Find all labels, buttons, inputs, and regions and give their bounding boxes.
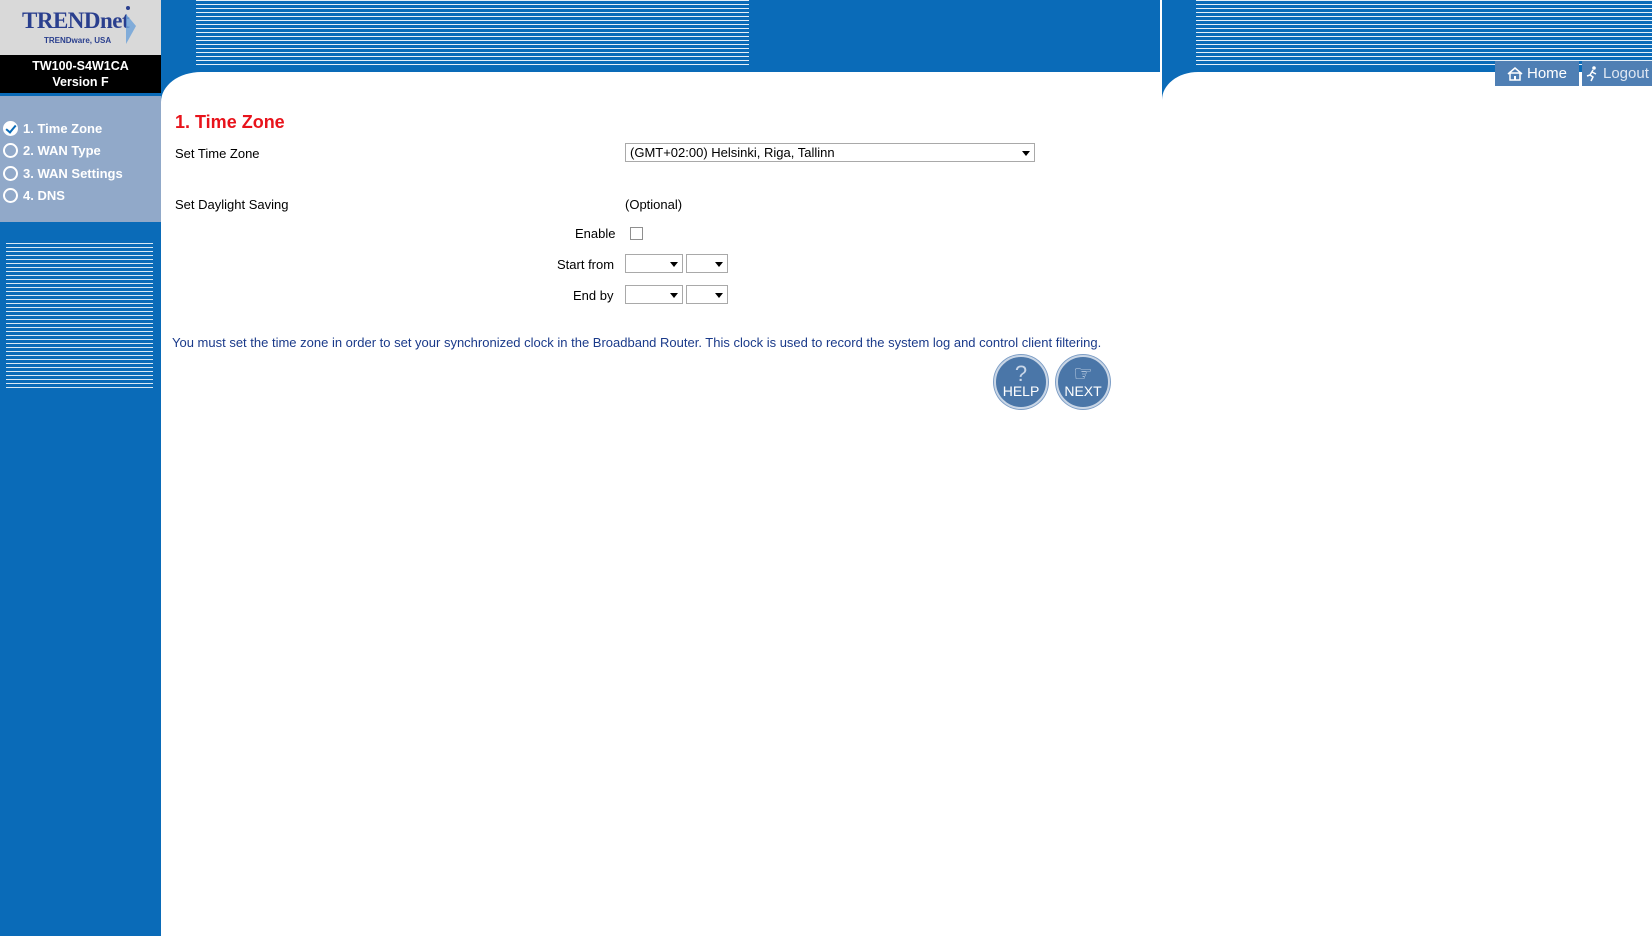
step-label: 3. WAN Settings	[23, 165, 123, 181]
step-dns[interactable]: 4. DNS	[3, 185, 65, 205]
step-wan-settings[interactable]: 3. WAN Settings	[3, 163, 123, 183]
logout-label: Logout	[1603, 65, 1649, 82]
enable-checkbox[interactable]	[630, 227, 643, 240]
time-zone-select[interactable]: (GMT+02:00) Helsinki, Riga, Tallinn	[625, 143, 1035, 162]
time-zone-label: Set Time Zone	[175, 146, 260, 161]
end-by-label: End by	[573, 288, 614, 303]
end-day-select[interactable]	[686, 285, 728, 304]
step-label: 1. Time Zone	[23, 120, 103, 136]
radio-icon	[3, 187, 18, 203]
model-name: TW100-S4W1CA	[32, 59, 129, 73]
step-wan-type[interactable]: 2. WAN Type	[3, 140, 101, 160]
info-text: You must set the time zone in order to s…	[172, 335, 1102, 350]
sidebar-stripes	[6, 243, 153, 391]
home-icon	[1507, 66, 1523, 81]
home-label: Home	[1526, 65, 1567, 82]
model-version: Version F	[52, 75, 109, 89]
sidebar: TRENDnet TRENDware, USA TW100-S4W1CA Ver…	[0, 0, 161, 936]
chevron-down-icon	[670, 262, 678, 267]
optional-text: (Optional)	[625, 197, 683, 212]
home-button[interactable]: Home	[1495, 61, 1579, 86]
start-from-label: Start from	[557, 257, 615, 272]
question-mark-icon: ?	[1014, 361, 1028, 386]
header-curve	[161, 72, 201, 102]
chevron-down-icon	[670, 293, 678, 298]
daylight-saving-label: Set Daylight Saving	[175, 197, 289, 212]
header-divider	[1160, 0, 1162, 95]
logo: TRENDnet TRENDware, USA	[0, 0, 161, 55]
logout-button[interactable]: Logout	[1582, 61, 1652, 86]
logo-subtitle: TRENDware, USA	[44, 36, 112, 45]
radio-icon	[3, 142, 18, 158]
enable-label: Enable	[575, 226, 616, 241]
step-label: 4. DNS	[23, 187, 65, 203]
chevron-down-icon	[715, 293, 723, 298]
running-man-icon	[1586, 65, 1597, 81]
header-curve	[1162, 72, 1198, 100]
start-month-select[interactable]	[625, 254, 683, 273]
wizard-steps: 1. Time Zone 2. WAN Type 3. WAN Settings…	[0, 96, 161, 222]
step-label: 2. WAN Type	[23, 142, 101, 158]
header-stripes	[196, 0, 749, 66]
time-zone-value: (GMT+02:00) Helsinki, Riga, Tallinn	[630, 145, 835, 160]
radio-icon	[3, 165, 18, 181]
pointing-hand-icon: ☞	[1073, 361, 1093, 386]
header-stripes	[1196, 0, 1652, 66]
model-info: TW100-S4W1CA Version F	[0, 55, 161, 93]
step-time-zone[interactable]: 1. Time Zone	[3, 118, 102, 138]
logo-swoosh-icon	[126, 6, 136, 44]
check-icon	[3, 120, 18, 136]
chevron-down-icon	[1022, 151, 1030, 156]
page-title: 1. Time Zone	[175, 112, 285, 132]
help-button[interactable]: ? HELP	[994, 355, 1048, 409]
next-button[interactable]: ☞ NEXT	[1056, 355, 1110, 409]
end-month-select[interactable]	[625, 285, 683, 304]
start-day-select[interactable]	[686, 254, 728, 273]
chevron-down-icon	[715, 262, 723, 267]
